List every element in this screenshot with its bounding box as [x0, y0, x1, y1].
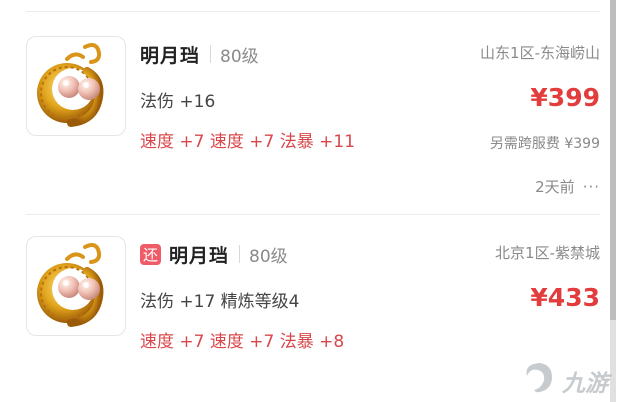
- watermark-text: 九游: [562, 371, 608, 397]
- listing-divider: [26, 214, 600, 215]
- pearl-earring-icon: [37, 243, 104, 327]
- title-divider: [210, 45, 212, 63]
- jiuyou-logo-icon: [526, 363, 552, 393]
- server-name: 北京1区-紫禁城: [495, 244, 600, 262]
- title-row: 还 明月珰 80级: [140, 240, 288, 268]
- item-thumbnail[interactable]: [26, 236, 126, 336]
- time-row: 2天前 ···: [535, 176, 600, 197]
- title-row: 明月珰 80级: [140, 40, 259, 68]
- item-bonus-stats: 速度 +7 速度 +7 法暴 +11: [140, 132, 356, 152]
- item-name: 明月珰: [140, 44, 201, 67]
- item-price: ¥399: [530, 83, 600, 112]
- item-level: 80级: [249, 246, 288, 267]
- return-badge: 还: [140, 243, 161, 265]
- more-icon[interactable]: ···: [583, 178, 600, 196]
- cross-server-fee: 另需跨服费 ¥399: [489, 136, 600, 152]
- scrollbar-thumb[interactable]: [610, 0, 616, 320]
- pearl-earring-icon: [37, 43, 104, 127]
- item-level: 80级: [220, 46, 259, 67]
- server-name: 山东1区-东海崂山: [480, 44, 600, 62]
- item-name: 明月珰: [169, 244, 230, 267]
- listing-time: 2天前: [535, 178, 575, 196]
- item-thumbnail[interactable]: [26, 36, 126, 136]
- watermark: 九游: [522, 360, 618, 397]
- listing-card[interactable]: 还 明月珰 80级 北京1区-紫禁城 法伤 +17 精炼等级4 ¥433 速度 …: [26, 236, 602, 402]
- item-bonus-stats: 速度 +7 速度 +7 法暴 +8: [140, 332, 345, 352]
- listing-card[interactable]: 明月珰 80级 山东1区-东海崂山 法伤 +16 ¥399 速度 +7 速度 +…: [26, 36, 602, 214]
- item-price: ¥433: [530, 283, 600, 312]
- item-stat: 法伤 +17 精炼等级4: [140, 292, 300, 312]
- title-divider: [239, 245, 241, 263]
- item-stat: 法伤 +16: [140, 92, 216, 112]
- top-divider: [26, 11, 600, 12]
